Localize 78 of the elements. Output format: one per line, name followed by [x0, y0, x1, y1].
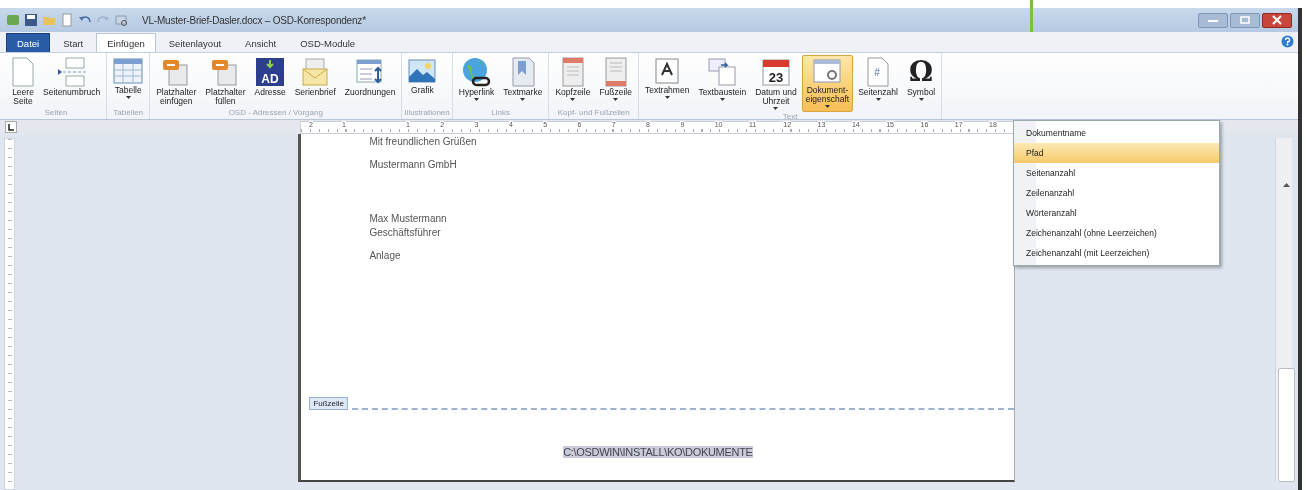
ribbon-button[interactable]: AD Adresse — [250, 55, 290, 108]
document-text: Anlage — [369, 250, 402, 261]
ribbon-button[interactable]: Zuordnungen — [340, 55, 400, 108]
path-field: C:\OSDWIN\INSTALL\KO\DOKUMENTE — [563, 446, 753, 458]
document-icon[interactable] — [60, 13, 74, 27]
ribbon-button[interactable]: Platzhalter füllen — [201, 55, 250, 108]
leader-line — [1030, 0, 1033, 32]
save-icon[interactable] — [24, 13, 38, 27]
picture-icon — [408, 57, 437, 85]
scrollbar-thumb[interactable] — [1278, 368, 1296, 482]
ribbon-tab[interactable]: Ansicht — [234, 33, 288, 52]
ribbon-button[interactable]: Platzhalter einfügen — [152, 55, 201, 108]
ribbon-button[interactable]: Ω Symbol — [902, 55, 940, 112]
address-icon: AD — [255, 57, 286, 87]
footer-page-icon — [603, 57, 628, 87]
menu-item[interactable]: Seitenanzahl — [1014, 163, 1219, 183]
tab-selector-icon[interactable] — [5, 121, 17, 133]
envelope-stack-icon — [300, 57, 331, 87]
maximize-icon — [1240, 16, 1250, 24]
ribbon-tab[interactable]: Start — [52, 33, 95, 52]
scroll-up-icon[interactable] — [1283, 183, 1291, 187]
ribbon-button[interactable]: # Seitenzahl — [854, 55, 902, 112]
omega-icon: Ω — [909, 57, 934, 87]
group-label: Tabellen — [112, 108, 145, 119]
group-label: OSD - Adressen / Vorgang — [227, 108, 324, 119]
print-preview-icon[interactable] — [114, 13, 128, 27]
document-text: Geschäftsführer — [369, 227, 442, 238]
ribbon-button[interactable]: Grafik — [404, 55, 441, 108]
ribbon-button[interactable]: Textmarke — [499, 55, 547, 108]
app-icon — [6, 13, 20, 27]
document-text: Mit freundlichen Grüßen — [369, 136, 478, 147]
ribbon-button[interactable]: Kopfzeile — [551, 55, 595, 108]
document-text: Mustermann GmbH — [369, 159, 458, 170]
menu-item[interactable]: Dokumentname — [1014, 123, 1219, 143]
header-page-icon — [560, 57, 585, 87]
ribbon-button[interactable]: 23 Datum und Uhrzeit — [751, 55, 801, 112]
ribbon-button[interactable]: Hyperlink — [454, 55, 499, 108]
blank-page-icon — [12, 57, 34, 87]
ribbon-button[interactable]: Tabelle — [109, 55, 148, 108]
bookmark-icon — [509, 57, 536, 87]
text-frame-icon — [654, 57, 681, 85]
menu-item[interactable]: Zeichenanzahl (ohne Leerzeichen) — [1014, 223, 1219, 243]
text-blocks-icon — [707, 57, 738, 87]
table-icon — [113, 57, 144, 85]
ribbon-button[interactable]: Fußzeile — [595, 55, 636, 108]
page-break-icon — [55, 57, 88, 87]
group-label: Seiten — [43, 108, 69, 119]
group-label: Kopf- und Fußzeilen — [556, 108, 631, 119]
ribbon-button[interactable]: Serienbrief — [290, 55, 340, 108]
calendar-icon: 23 — [760, 57, 791, 87]
close-button[interactable] — [1262, 12, 1292, 28]
menu-item[interactable]: Pfad — [1014, 143, 1219, 163]
help-icon[interactable] — [1281, 35, 1294, 48]
ribbon-tab[interactable]: Einfügen — [96, 33, 156, 52]
group-label: Text — [781, 112, 799, 122]
menu-item[interactable]: Zeichenanzahl (mit Leerzeichen) — [1014, 243, 1219, 263]
ribbon-tab[interactable]: Seitenlayout — [157, 33, 233, 52]
ribbon-button[interactable]: Leere Seite — [8, 55, 38, 108]
document-text: Max Mustermann — [369, 213, 448, 224]
ribbon-tab[interactable]: OSD-Module — [289, 33, 367, 52]
file-tab[interactable]: Datei — [6, 33, 51, 52]
document-gear-icon — [812, 57, 843, 85]
page-number-icon: # — [866, 57, 891, 87]
vertical-scrollbar[interactable] — [1275, 138, 1292, 482]
close-icon — [1272, 15, 1282, 25]
ribbon-button[interactable]: Textbaustein — [694, 55, 751, 112]
group-label: Links — [490, 108, 511, 119]
footer-tag: Fußzeile — [309, 397, 349, 410]
minimize-button[interactable] — [1198, 12, 1228, 28]
ribbon-button[interactable]: Dokument- eigenschaft — [801, 55, 854, 112]
menu-item[interactable]: Zeilenanzahl — [1014, 183, 1219, 203]
group-label: Illustrationen — [404, 108, 450, 119]
globe-link-icon — [461, 57, 492, 87]
window-title: VL-Muster-Brief-Dasler.docx – OSD-Korrespondenz* — [142, 14, 366, 26]
ribbon-button[interactable]: Textrahmen — [640, 55, 694, 112]
ribbon-button[interactable]: Seitenumbruch — [39, 55, 105, 108]
minimize-icon — [1208, 17, 1218, 23]
menu-item[interactable]: Wörteranzahl — [1014, 203, 1219, 223]
